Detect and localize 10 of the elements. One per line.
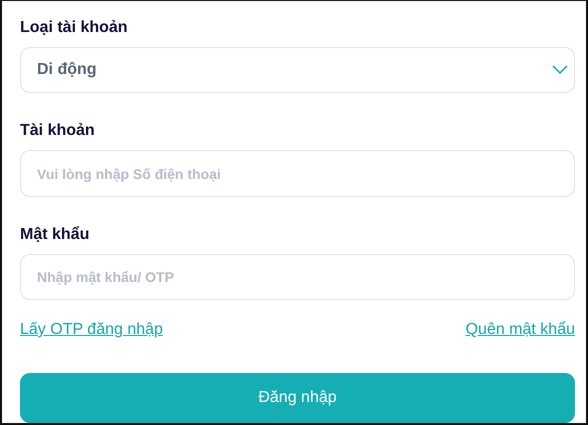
chevron-down-icon [552,65,568,76]
field-label: Tài khoản [20,121,96,142]
input-field[interactable]: Vui lòng nhập Số điện thoại [20,150,575,197]
field-label: Mật khẩu [20,224,90,245]
account-type-select[interactable]: Di động [20,47,575,94]
text-link[interactable]: Lấy OTP đăng nhập [20,321,163,340]
input-field[interactable]: Nhập mật khẩu/ OTP [20,254,575,300]
login-button[interactable]: Đăng nhập [20,373,575,423]
text-link[interactable]: Quên mật khẩu [466,321,575,340]
field-label: Loại tài khoản [20,18,129,38]
